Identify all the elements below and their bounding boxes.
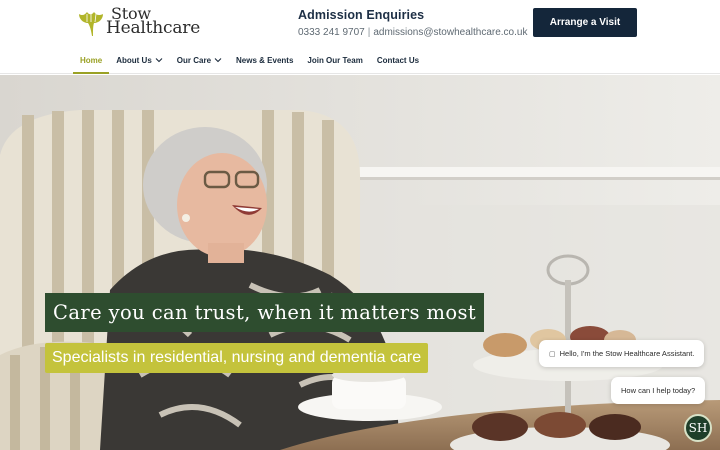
nav-item-label: Join Our Team (307, 55, 363, 65)
wave-icon: ▢ (549, 350, 556, 358)
nav-item-join-our-team[interactable]: Join Our Team (300, 46, 369, 74)
chat-prompt-bubble[interactable]: How can I help today? (611, 377, 706, 404)
arrange-visit-button[interactable]: Arrange a Visit (533, 8, 637, 37)
chat-greeting-bubble[interactable]: ▢ Hello, I'm the Stow Healthcare Assista… (539, 340, 705, 367)
main-nav: Home About Us Our Care News & Events Joi… (73, 46, 426, 74)
hero-headline: Care you can trust, when it matters most (45, 293, 485, 332)
hero-subheadline: Specialists in residential, nursing and … (45, 343, 429, 373)
nav-item-about-us[interactable]: About Us (109, 46, 170, 74)
site-header: Stow Healthcare Admission Enquiries 0333… (0, 0, 720, 74)
chevron-down-icon (155, 58, 163, 63)
nav-item-news-events[interactable]: News & Events (229, 46, 300, 74)
nav-item-label: Home (80, 55, 103, 65)
brand-name-line2: Healthcare (106, 18, 201, 38)
nav-item-contact-us[interactable]: Contact Us (370, 46, 426, 74)
nav-item-label: Our Care (176, 55, 212, 65)
brand-logo[interactable]: Stow Healthcare (77, 6, 207, 40)
admission-enquiries: Admission Enquiries 0333 241 9707 | admiss… (298, 8, 527, 38)
email-link[interactable]: admissions@stowhealthcare.co.uk (373, 27, 527, 38)
chat-prompt-text: How can I help today? (621, 386, 696, 395)
chat-greeting-text: Hello, I'm the Stow Healthcare Assistant… (559, 349, 695, 358)
enquiries-title: Admission Enquiries (298, 8, 425, 22)
chevron-down-icon (214, 58, 222, 63)
ginkgo-leaf-icon (79, 12, 103, 36)
chat-launcher-avatar[interactable]: SH (684, 414, 712, 442)
nav-item-label: Contact Us (376, 55, 420, 65)
nav-item-home[interactable]: Home (73, 46, 110, 74)
nav-item-label: News & Events (236, 55, 294, 65)
nav-item-our-care[interactable]: Our Care (170, 46, 229, 74)
nav-item-label: About Us (116, 55, 152, 65)
phone-link[interactable]: 0333 241 9707 (298, 27, 365, 38)
